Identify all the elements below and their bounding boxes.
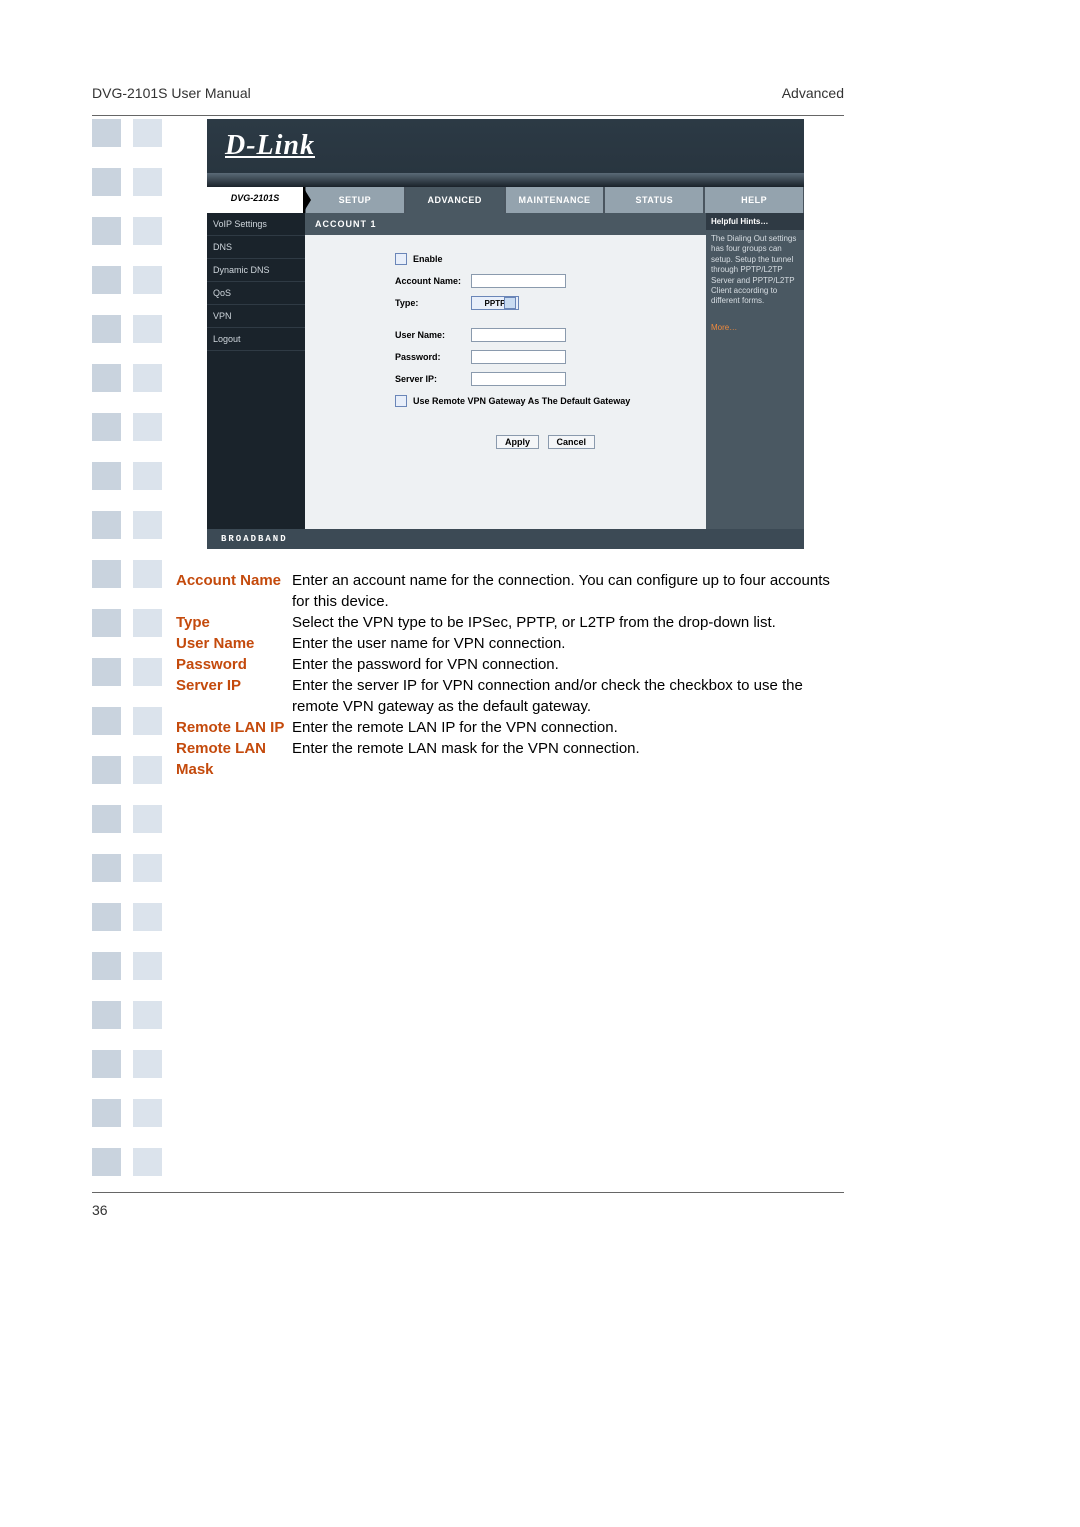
enable-checkbox[interactable] <box>395 253 407 265</box>
desc-def: Enter the remote LAN IP for the VPN conn… <box>292 717 846 738</box>
tab-setup[interactable]: SETUP <box>305 187 405 213</box>
desc-term: Type <box>176 612 292 633</box>
field-descriptions: Account Name Enter an account name for t… <box>176 570 846 780</box>
password-label: Password: <box>395 352 471 362</box>
tab-status[interactable]: STATUS <box>604 187 704 213</box>
desc-term: User Name <box>176 633 292 654</box>
desc-term: Server IP <box>176 675 292 717</box>
tab-help[interactable]: HELP <box>704 187 804 213</box>
sidebar-item-dns[interactable]: DNS <box>207 236 305 259</box>
sidebar-item-voip[interactable]: VoIP Settings <box>207 213 305 236</box>
gateway-label: Use Remote VPN Gateway As The Default Ga… <box>413 396 630 406</box>
sidebar-item-logout[interactable]: Logout <box>207 328 305 351</box>
tab-maintenance[interactable]: MAINTENANCE <box>505 187 605 213</box>
gradient-bar <box>207 173 804 187</box>
footer-rule <box>92 1192 844 1193</box>
main-panel: ACCOUNT 1 Enable Account Name: Type: PPT… <box>305 213 706 529</box>
help-panel: Helpful Hints… The Dialing Out settings … <box>706 213 804 529</box>
tab-advanced[interactable]: ADVANCED <box>405 187 505 213</box>
tab-row: DVG-2101S SETUP ADVANCED MAINTENANCE STA… <box>207 187 804 213</box>
sidebar: VoIP Settings DNS Dynamic DNS QoS VPN Lo… <box>207 213 305 529</box>
password-input[interactable] <box>471 350 566 364</box>
dlink-logo: D-Link <box>225 130 315 162</box>
desc-term: Account Name <box>176 570 292 612</box>
router-top-bar: D-Link <box>207 119 804 173</box>
user-name-input[interactable] <box>471 328 566 342</box>
account-name-label: Account Name: <box>395 276 471 286</box>
sidebar-item-ddns[interactable]: Dynamic DNS <box>207 259 305 282</box>
gateway-checkbox[interactable] <box>395 395 407 407</box>
desc-term: Remote LAN IP <box>176 717 292 738</box>
type-value: PPTP <box>485 299 506 308</box>
sidebar-item-qos[interactable]: QoS <box>207 282 305 305</box>
user-name-label: User Name: <box>395 330 471 340</box>
page-header: DVG-2101S User Manual Advanced <box>92 85 844 101</box>
device-tab: DVG-2101S <box>207 187 305 213</box>
desc-term: Remote LAN Mask <box>176 738 292 780</box>
sidebar-item-vpn[interactable]: VPN <box>207 305 305 328</box>
router-ui: D-Link DVG-2101S SETUP ADVANCED MAINTENA… <box>207 119 804 549</box>
page-number: 36 <box>92 1202 108 1218</box>
help-title: Helpful Hints… <box>706 213 804 230</box>
desc-def: Enter the remote LAN mask for the VPN co… <box>292 738 846 780</box>
section-title: ACCOUNT 1 <box>305 213 706 235</box>
desc-def: Enter an account name for the connection… <box>292 570 846 612</box>
server-ip-input[interactable] <box>471 372 566 386</box>
enable-label: Enable <box>413 254 443 264</box>
desc-def: Enter the server IP for VPN connection a… <box>292 675 846 717</box>
desc-def: Select the VPN type to be IPSec, PPTP, o… <box>292 612 846 633</box>
type-label: Type: <box>395 298 471 308</box>
desc-def: Enter the user name for VPN connection. <box>292 633 846 654</box>
header-right: Advanced <box>782 85 844 101</box>
header-rule <box>92 115 844 116</box>
router-footer: BROADBAND <box>207 529 804 549</box>
server-ip-label: Server IP: <box>395 374 471 384</box>
account-name-input[interactable] <box>471 274 566 288</box>
apply-button[interactable]: Apply <box>496 435 539 449</box>
decorative-blocks <box>92 119 162 1197</box>
desc-term: Password <box>176 654 292 675</box>
type-select[interactable]: PPTP <box>471 296 519 310</box>
cancel-button[interactable]: Cancel <box>548 435 596 449</box>
desc-def: Enter the password for VPN connection. <box>292 654 846 675</box>
header-left: DVG-2101S User Manual <box>92 85 251 101</box>
help-body: The Dialing Out settings has four groups… <box>706 230 804 311</box>
help-more-link[interactable]: More… <box>706 311 804 344</box>
